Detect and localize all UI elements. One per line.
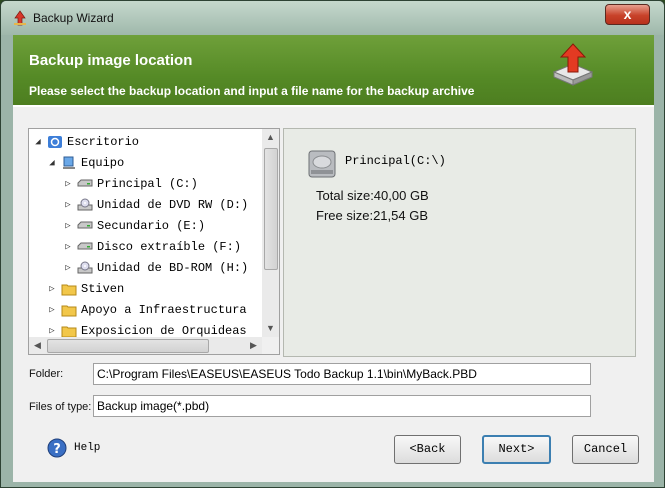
free-size: Free size:21,54 GB (316, 208, 428, 223)
tree-item-label: Secundario (E:) (97, 219, 206, 233)
drive-info-panel: Principal(C:\) Total size:40,00 GB Free … (283, 128, 636, 357)
hard-drive-icon (308, 150, 336, 178)
expand-icon[interactable]: ▷ (63, 242, 73, 252)
folder-icon (61, 305, 77, 317)
optical-drive-icon (77, 261, 93, 274)
tree-item-drive[interactable]: ▷ Principal (C:) (63, 174, 198, 194)
folder-label: Folder: (29, 368, 64, 380)
tree-horizontal-scrollbar[interactable]: ◀ ▶ (29, 337, 262, 354)
drive-name: Principal(C:\) (345, 154, 446, 168)
hard-drive-icon (77, 242, 93, 250)
file-type-select[interactable]: Backup image(*.pbd) (93, 395, 591, 417)
page-subtitle: Please select the backup location and in… (29, 84, 475, 98)
svg-text:?: ? (53, 442, 61, 457)
expand-icon[interactable]: ▷ (63, 263, 73, 273)
scroll-right-icon[interactable]: ▶ (245, 337, 262, 354)
help-icon: ? (47, 438, 67, 458)
tree-item-label: Equipo (81, 156, 125, 170)
scrollbar-thumb[interactable] (47, 339, 209, 353)
collapse-icon[interactable]: ◢ (47, 158, 57, 168)
tree-item-drive[interactable]: ▷ Secundario (E:) (63, 216, 205, 236)
next-button[interactable]: Next> (482, 435, 551, 464)
close-button[interactable]: x (605, 4, 650, 25)
tree-item-label: Apoyo a Infraestructura (81, 303, 247, 317)
folder-path-input[interactable]: C:\Program Files\EASEUS\EASEUS Todo Back… (93, 363, 591, 385)
tree-item-drive[interactable]: ▷ Disco extraíble (F:) (63, 237, 241, 257)
tree-item-drive[interactable]: ▷ Unidad de BD-ROM (H:) (63, 258, 248, 278)
computer-icon (63, 156, 75, 169)
collapse-icon[interactable]: ◢ (33, 137, 43, 147)
tree-item-label: Disco extraíble (F:) (97, 240, 242, 254)
folder-tree[interactable]: ◢ Escritorio ◢ Equipo ▷ Principal (C:) ▷… (28, 128, 280, 355)
wizard-header: Backup image location Please select the … (13, 35, 654, 107)
expand-icon[interactable]: ▷ (47, 305, 57, 315)
tree-item-folder[interactable]: ▷ Stiven (47, 279, 124, 299)
upload-disk-icon (552, 43, 594, 86)
tree-item-folder[interactable]: ▷ Apoyo a Infraestructura (47, 300, 247, 320)
page-title: Backup image location (29, 52, 193, 69)
title-bar[interactable]: Backup Wizard x (1, 1, 664, 35)
back-button[interactable]: <Back (394, 435, 461, 464)
tree-item-drive[interactable]: ▷ Unidad de DVD RW (D:) (63, 195, 248, 215)
app-icon (14, 10, 26, 26)
help-button[interactable]: ? Help (46, 438, 100, 458)
total-size: Total size:40,00 GB (316, 188, 429, 203)
tree-vertical-scrollbar[interactable]: ▲ ▼ (262, 129, 279, 337)
folder-icon (61, 284, 77, 296)
backup-wizard-window: Backup Wizard x Backup image location Pl… (0, 0, 665, 488)
help-label: Help (74, 442, 101, 454)
expand-icon[interactable]: ▷ (63, 221, 73, 231)
tree-item-label: Escritorio (67, 135, 140, 149)
tree-item-label: Stiven (81, 282, 125, 296)
scrollbar-corner (262, 337, 279, 354)
scrollbar-thumb[interactable] (264, 148, 278, 270)
tree-item-equipo[interactable]: ◢ Equipo (47, 153, 124, 173)
cancel-button[interactable]: Cancel (572, 435, 639, 464)
wizard-client-area: Backup image location Please select the … (13, 35, 654, 482)
scroll-up-icon[interactable]: ▲ (262, 129, 279, 146)
window-title: Backup Wizard (33, 11, 114, 25)
folder-icon (61, 326, 77, 338)
expand-icon[interactable]: ▷ (47, 326, 57, 336)
tree-item-label: Unidad de BD-ROM (H:) (97, 261, 249, 275)
scroll-left-icon[interactable]: ◀ (29, 337, 46, 354)
expand-icon[interactable]: ▷ (47, 284, 57, 294)
hard-drive-icon (77, 221, 93, 229)
scroll-down-icon[interactable]: ▼ (262, 320, 279, 337)
desktop-icon (48, 136, 62, 148)
tree-item-escritorio[interactable]: ◢ Escritorio (33, 132, 139, 152)
tree-item-label: Principal (C:) (97, 177, 198, 191)
hard-drive-icon (77, 179, 93, 187)
optical-drive-icon (77, 198, 93, 211)
expand-icon[interactable]: ▷ (63, 179, 73, 189)
file-type-label: Files of type: (29, 401, 92, 413)
expand-icon[interactable]: ▷ (63, 200, 73, 210)
tree-item-label: Exposicion de Orquideas (81, 324, 247, 338)
tree-item-label: Unidad de DVD RW (D:) (97, 198, 249, 212)
